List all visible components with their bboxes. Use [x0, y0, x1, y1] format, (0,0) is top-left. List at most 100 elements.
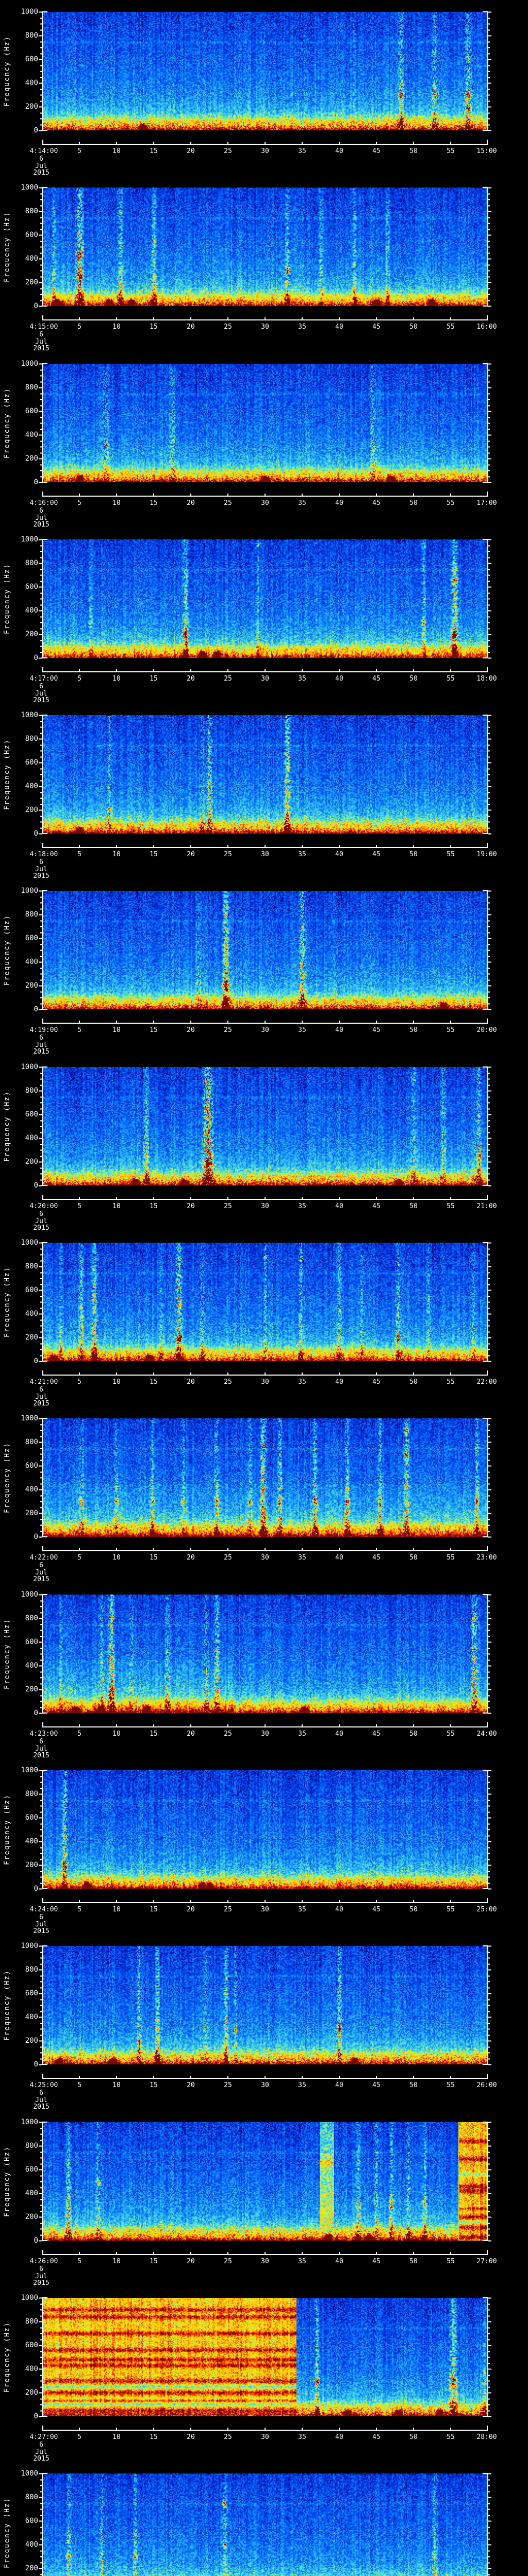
y-tick-label: 600: [25, 583, 38, 591]
x-end-time-label: 23:00: [476, 1554, 497, 1562]
x-tick-label: 45: [372, 499, 381, 507]
y-tick-label: 1000: [21, 2469, 38, 2478]
date-day: 6: [39, 1913, 43, 1921]
date-label: 6 Jul 2015: [33, 1211, 49, 1232]
spectrogram-panel-14: Frequency (Hz) 4:27:00 28:00 6 Jul 2015 …: [0, 2286, 528, 2462]
y-axis-title: Frequency (Hz): [3, 211, 11, 282]
y-tick-label: 400: [25, 2365, 38, 2373]
spectrogram-canvas: [42, 1595, 488, 1713]
y-tick-label: 800: [25, 2317, 38, 2326]
date-month: Jul: [35, 2272, 47, 2280]
x-end-time-label: 16:00: [476, 323, 497, 331]
x-tick-label: 30: [261, 2433, 269, 2441]
x-tick-label: 25: [224, 499, 232, 507]
x-tick-label: 45: [372, 675, 381, 683]
date-year: 2015: [33, 345, 50, 352]
x-tick-label: 40: [335, 2081, 343, 2089]
date-day: 6: [39, 683, 43, 690]
x-tick-label: 55: [447, 851, 455, 858]
spectrogram-canvas: [42, 2473, 488, 2576]
date-month: Jul: [35, 1568, 47, 1577]
x-tick-label: 10: [112, 499, 121, 507]
y-tick-label: 1000: [21, 887, 38, 895]
y-tick-label: 0: [34, 1005, 38, 1013]
x-tick-label: 30: [261, 1730, 269, 1738]
x-tick-label: 50: [409, 323, 418, 331]
x-tick-label: 15: [150, 1202, 158, 1210]
x-tick-label: 5: [77, 1378, 81, 1386]
x-tick-label: 30: [261, 851, 269, 858]
date-label: 6 Jul 2015: [33, 859, 49, 880]
y-axis-title: Frequency (Hz): [3, 36, 11, 107]
date-day: 6: [39, 2265, 43, 2273]
y-tick-label: 800: [25, 910, 38, 919]
x-tick-label: 25: [224, 323, 232, 331]
x-tick-label: 10: [112, 1026, 121, 1034]
y-tick-label: 600: [25, 758, 38, 767]
y-tick-label: 0: [34, 829, 38, 838]
y-tick-label: 200: [25, 103, 38, 111]
date-month: Jul: [35, 865, 47, 873]
y-axis-title: Frequency (Hz): [3, 914, 11, 986]
y-tick-label: 600: [25, 55, 38, 63]
y-tick-label: 200: [25, 1509, 38, 1517]
x-tick-label: 5: [77, 2081, 81, 2089]
y-tick-label: 200: [25, 1685, 38, 1693]
x-tick-label: 20: [187, 2258, 195, 2265]
y-tick-label: 600: [25, 1989, 38, 1997]
x-tick-label: 15: [150, 1378, 158, 1386]
spectrogram-canvas: [42, 891, 488, 1009]
y-tick-label: 1000: [21, 2294, 38, 2302]
x-tick-label: 5: [77, 675, 81, 683]
spectrogram-panel-11: Frequency (Hz) 4:24:00 25:00 6 Jul 2015 …: [0, 1758, 528, 1935]
date-label: 6 Jul 2015: [33, 683, 49, 704]
x-tick-label: 25: [224, 2258, 232, 2265]
y-tick-label: 800: [25, 2493, 38, 2501]
x-tick-label: 40: [335, 1378, 343, 1386]
date-month: Jul: [35, 689, 47, 698]
x-tick-label: 5: [77, 2433, 81, 2441]
x-tick-label: 50: [409, 1378, 418, 1386]
y-tick-label: 200: [25, 278, 38, 286]
y-tick-label: 600: [25, 2165, 38, 2174]
x-tick-label: 55: [447, 2258, 455, 2265]
date-year: 2015: [33, 1575, 50, 1583]
x-end-time-label: 22:00: [476, 1378, 497, 1386]
spectrogram-canvas: [42, 715, 488, 834]
spectrogram-panel-6: Frequency (Hz) 4:19:00 20:00 6 Jul 2015 …: [0, 879, 528, 1055]
y-tick-label: 400: [25, 255, 38, 263]
y-tick-label: 800: [25, 735, 38, 743]
date-month: Jul: [35, 1920, 47, 1928]
x-tick-label: 20: [187, 147, 195, 155]
date-day: 6: [39, 1738, 43, 1745]
y-axis-title: Frequency (Hz): [3, 1970, 11, 2041]
x-end-time-label: 24:00: [476, 1730, 497, 1738]
x-tick-label: 5: [77, 1026, 81, 1034]
y-tick-label: 0: [34, 2236, 38, 2245]
y-tick-label: 1000: [21, 711, 38, 719]
x-tick-label: 15: [150, 147, 158, 155]
x-tick-label: 50: [409, 1906, 418, 1913]
x-end-time-label: 15:00: [476, 147, 497, 155]
x-start-time-label: 4:18:00: [29, 851, 58, 858]
x-tick-label: 50: [409, 2081, 418, 2089]
y-tick-label: 600: [25, 1638, 38, 1646]
date-day: 6: [39, 507, 43, 515]
x-start-time-label: 4:21:00: [29, 1378, 58, 1386]
y-tick-label: 1000: [21, 1590, 38, 1599]
x-tick-label: 15: [150, 499, 158, 507]
y-axis-title: Frequency (Hz): [3, 563, 11, 634]
y-tick-label: 200: [25, 1158, 38, 1166]
y-axis-title: Frequency (Hz): [3, 1618, 11, 1689]
x-tick-label: 25: [224, 1202, 232, 1210]
x-tick-label: 55: [447, 1026, 455, 1034]
y-tick-label: 1000: [21, 1942, 38, 1950]
y-tick-label: 800: [25, 1614, 38, 1622]
x-tick-label: 35: [298, 147, 306, 155]
x-tick-label: 40: [335, 1906, 343, 1913]
x-tick-label: 10: [112, 147, 121, 155]
x-tick-label: 40: [335, 323, 343, 331]
date-day: 6: [39, 2089, 43, 2097]
x-tick-label: 55: [447, 499, 455, 507]
y-tick-label: 600: [25, 231, 38, 239]
